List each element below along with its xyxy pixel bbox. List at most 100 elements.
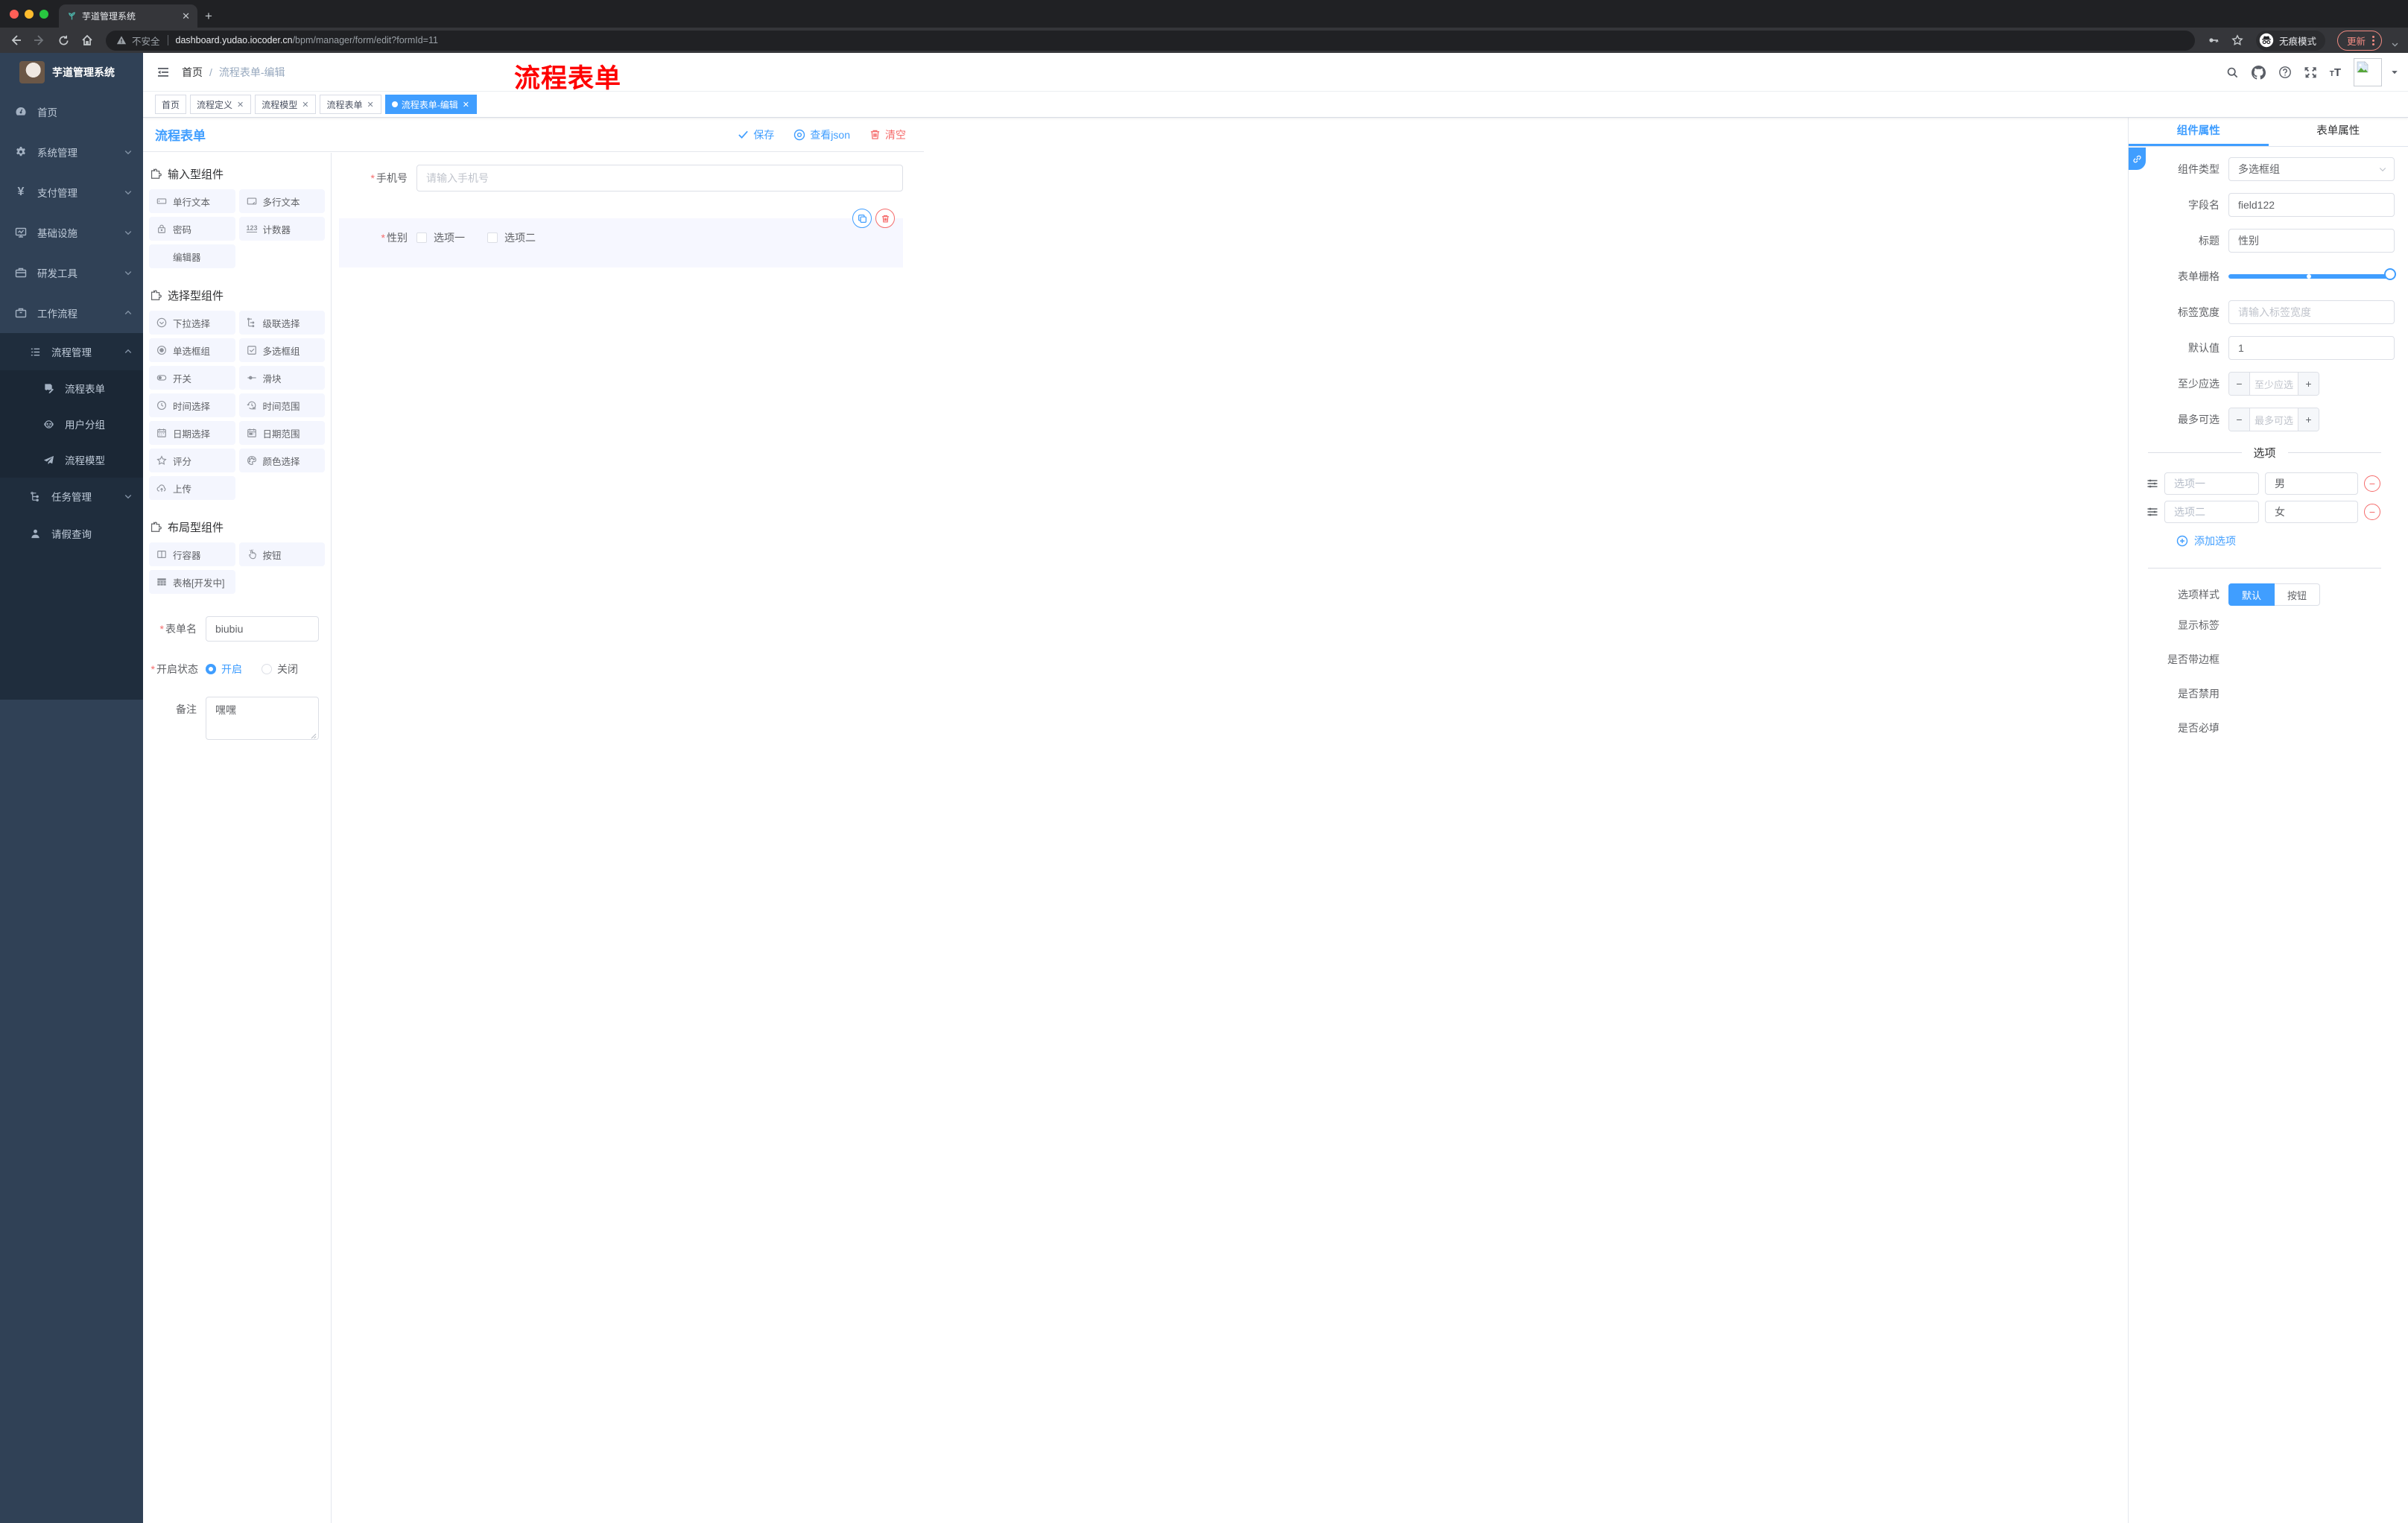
search-icon[interactable]: [2226, 66, 2239, 79]
window-minimize-button[interactable]: [25, 9, 34, 19]
canvas-field-gender-selected[interactable]: * 性别 选项一 选项二: [339, 209, 903, 267]
tag-process-definition[interactable]: 流程定义 ✕: [190, 95, 252, 114]
field-name-input[interactable]: [2228, 193, 2395, 217]
remove-option-button[interactable]: −: [2364, 504, 2380, 520]
reload-icon[interactable]: [54, 31, 73, 50]
sidebar-item-home[interactable]: 首页: [0, 92, 143, 132]
sidebar-item-payment[interactable]: ¥ 支付管理: [0, 172, 143, 212]
component-time-picker[interactable]: 时间选择: [149, 393, 235, 417]
component-rate[interactable]: 评分: [149, 449, 235, 472]
link-badge-button[interactable]: [2129, 148, 2146, 170]
component-checkbox-group[interactable]: 多选框组: [238, 338, 325, 362]
component-select[interactable]: 下拉选择: [149, 311, 235, 335]
key-icon[interactable]: [2204, 31, 2223, 50]
tag-close-icon[interactable]: ✕: [301, 100, 309, 110]
browser-tab[interactable]: 芋道管理系统 ✕: [59, 4, 197, 28]
tag-close-icon[interactable]: ✕: [367, 100, 375, 110]
tag-close-icon[interactable]: ✕: [236, 100, 244, 110]
style-button-button[interactable]: 按钮: [2275, 583, 2321, 606]
component-date-range[interactable]: 日期范围: [238, 421, 325, 445]
default-value-input[interactable]: [2228, 336, 2395, 360]
form-canvas[interactable]: *手机号 *性别 选项一 选项二: [332, 153, 924, 1523]
tag-close-icon[interactable]: ✕: [462, 100, 470, 110]
component-switch[interactable]: 开关: [149, 366, 235, 390]
max-select-input[interactable]: 最多可选: [2250, 408, 2298, 431]
view-json-button[interactable]: 查看json: [793, 127, 850, 142]
component-button[interactable]: 按钮: [238, 542, 325, 566]
browser-update-button[interactable]: 更新: [2336, 30, 2382, 51]
save-button[interactable]: 保存: [738, 127, 774, 142]
component-password[interactable]: 密码: [149, 217, 235, 241]
user-avatar[interactable]: [2354, 58, 2382, 86]
breadcrumb-home[interactable]: 首页: [182, 65, 203, 80]
form-name-input[interactable]: [206, 616, 319, 642]
min-select-input[interactable]: 至少应选: [2250, 373, 2298, 395]
sidebar-item-leave-query[interactable]: 请假查询: [0, 515, 143, 552]
clear-button[interactable]: 清空: [869, 127, 906, 142]
back-icon[interactable]: [6, 31, 25, 50]
component-multi-line-text[interactable]: 多行文本: [238, 189, 325, 213]
gender-option-2-checkbox[interactable]: 选项二: [487, 230, 536, 245]
option-1-label-input[interactable]: [2164, 472, 2259, 495]
status-radio-off[interactable]: 关闭: [262, 662, 298, 677]
component-single-line-text[interactable]: 单行文本: [149, 189, 235, 213]
sidebar-item-user-group[interactable]: 用户分组: [0, 406, 143, 442]
drag-handle-icon[interactable]: [2146, 478, 2158, 490]
tab-component-props[interactable]: 组件属性: [2129, 118, 2269, 146]
bookmark-star-icon[interactable]: [2228, 31, 2247, 50]
help-icon[interactable]: [2278, 66, 2292, 79]
drag-handle-icon[interactable]: [2146, 506, 2158, 518]
phone-field-input[interactable]: [416, 165, 903, 191]
url-bar[interactable]: 不安全 dashboard.yudao.iocoder.cn/bpm/manag…: [106, 30, 2195, 51]
component-time-range[interactable]: 时间范围: [238, 393, 325, 417]
component-row-container[interactable]: 行容器: [149, 542, 235, 566]
resize-handle-icon[interactable]: [311, 733, 317, 739]
stepper-minus-button[interactable]: −: [2229, 373, 2250, 395]
tag-process-form[interactable]: 流程表单 ✕: [320, 95, 381, 114]
github-icon[interactable]: [2251, 65, 2266, 80]
component-type-select[interactable]: [2228, 157, 2395, 181]
tag-process-model[interactable]: 流程模型 ✕: [255, 95, 317, 114]
add-option-button[interactable]: 添加选项: [2176, 533, 2395, 548]
component-upload[interactable]: 上传: [149, 476, 235, 500]
gender-option-1-checkbox[interactable]: 选项一: [416, 230, 465, 245]
sidebar-item-system[interactable]: 系统管理: [0, 132, 143, 172]
sidebar-item-devtools[interactable]: 研发工具: [0, 253, 143, 293]
style-default-button[interactable]: 默认: [2228, 583, 2275, 606]
sidebar-logo[interactable]: 芋道管理系统: [0, 53, 143, 92]
hamburger-collapse-icon[interactable]: [156, 66, 170, 79]
new-tab-button[interactable]: +: [205, 9, 212, 24]
fullscreen-icon[interactable]: [2304, 66, 2317, 79]
avatar-caret-icon[interactable]: [2390, 68, 2399, 77]
component-color-picker[interactable]: 颜色选择: [238, 449, 325, 472]
component-date-picker[interactable]: 日期选择: [149, 421, 235, 445]
tag-process-form-edit[interactable]: 流程表单-编辑 ✕: [384, 95, 477, 114]
component-editor[interactable]: 编辑器: [149, 244, 235, 268]
home-icon[interactable]: [77, 31, 97, 50]
sidebar-item-process-mgmt[interactable]: 流程管理: [0, 333, 143, 370]
sidebar-item-infra[interactable]: 基础设施: [0, 212, 143, 253]
tab-close-icon[interactable]: ✕: [180, 10, 191, 22]
stepper-plus-button[interactable]: +: [2298, 408, 2319, 431]
component-radio-group[interactable]: 单选框组: [149, 338, 235, 362]
status-radio-on[interactable]: 开启: [206, 662, 242, 677]
remove-option-button[interactable]: −: [2364, 475, 2380, 492]
toolbar-collapse-icon[interactable]: [2391, 40, 2399, 48]
sidebar-item-process-form[interactable]: 流程表单: [0, 370, 143, 406]
sidebar-item-workflow[interactable]: 工作流程: [0, 293, 143, 333]
component-slider[interactable]: 滑块: [238, 366, 325, 390]
forward-icon[interactable]: [30, 31, 49, 50]
label-width-input[interactable]: [2228, 300, 2395, 324]
slider-handle[interactable]: [2384, 268, 2396, 280]
component-table-dev[interactable]: 表格[开发中]: [149, 570, 235, 594]
stepper-minus-button[interactable]: −: [2229, 408, 2250, 431]
delete-component-button[interactable]: [875, 209, 895, 228]
browser-menu-icon[interactable]: [2372, 35, 2374, 45]
form-remark-textarea[interactable]: 嘿嘿: [206, 697, 319, 740]
font-size-icon[interactable]: TT: [2330, 66, 2341, 79]
option-2-label-input[interactable]: [2164, 501, 2259, 523]
sidebar-item-task-mgmt[interactable]: 任务管理: [0, 478, 143, 515]
component-cascader[interactable]: 级联选择: [238, 311, 325, 335]
tab-form-props[interactable]: 表单属性: [2269, 118, 2408, 146]
slider-track[interactable]: [2228, 274, 2395, 279]
